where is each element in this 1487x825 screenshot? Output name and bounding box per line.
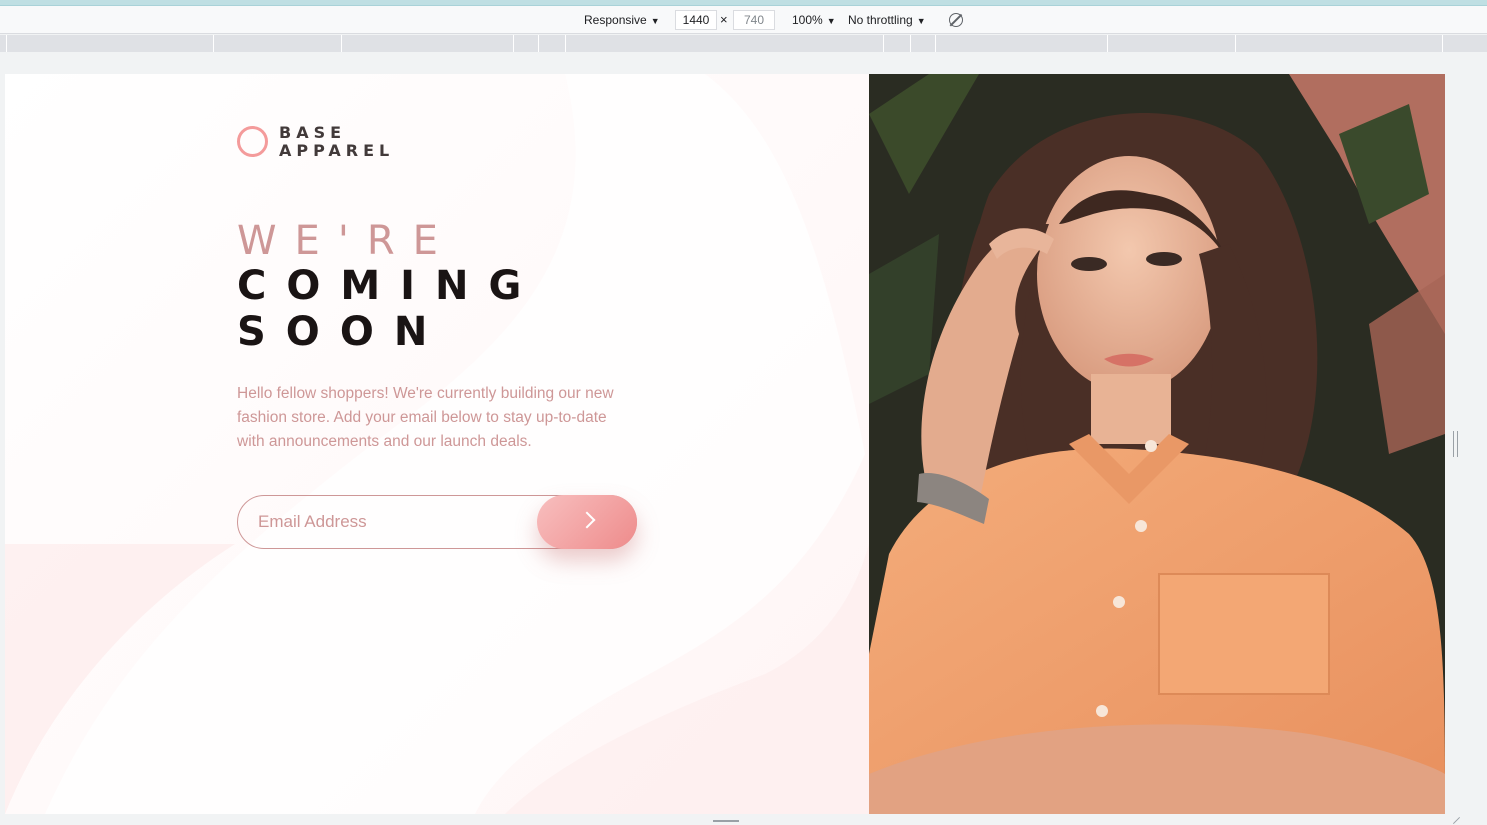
throttling-select-label: No throttling xyxy=(848,13,913,27)
rotate-icon[interactable] xyxy=(949,13,963,27)
media-query-tick[interactable] xyxy=(213,35,214,52)
caret-down-icon: ▼ xyxy=(650,16,660,26)
media-query-tick[interactable] xyxy=(1235,35,1236,52)
media-query-tick[interactable] xyxy=(341,35,342,52)
media-query-tick[interactable] xyxy=(910,35,911,52)
throttling-select[interactable]: No throttling ▼ xyxy=(848,12,926,29)
device-toolbar: Responsive ▼ 1440 × 740 100% ▼ No throttli… xyxy=(0,6,1487,34)
width-input[interactable]: 1440 xyxy=(675,10,717,30)
hero-content: BASE APPAREL WE'RE COMING SOON Hello fel… xyxy=(5,74,869,814)
zoom-select-label: 100% xyxy=(792,13,823,27)
resize-handle-corner[interactable] xyxy=(1450,815,1460,825)
brand-logo[interactable]: BASE APPAREL xyxy=(237,124,407,164)
height-input[interactable]: 740 xyxy=(733,10,775,30)
media-query-tick[interactable] xyxy=(6,35,7,52)
logo-text: BASE APPAREL xyxy=(279,124,394,160)
media-query-tick[interactable] xyxy=(1442,35,1443,52)
device-select[interactable]: Responsive ▼ xyxy=(584,12,660,29)
media-query-tick[interactable] xyxy=(1107,35,1108,52)
circle-logo-icon xyxy=(237,126,268,157)
dimension-separator: × xyxy=(720,12,728,27)
device-select-label: Responsive xyxy=(584,13,647,27)
media-query-tick[interactable] xyxy=(883,35,884,52)
zoom-select[interactable]: 100% ▼ xyxy=(792,12,836,29)
logo-text-line2: APPAREL xyxy=(279,141,395,160)
chevron-right-icon xyxy=(578,511,596,529)
caret-down-icon: ▼ xyxy=(916,16,926,26)
title-bold-line-2: SOON xyxy=(237,309,448,355)
page-title: WE'RE COMING SOON xyxy=(237,219,541,355)
logo-text-line1: BASE xyxy=(279,123,347,142)
caret-down-icon: ▼ xyxy=(826,16,836,26)
media-query-bar[interactable] xyxy=(0,35,1487,52)
media-query-tick[interactable] xyxy=(565,35,566,52)
title-bold-line-1: COMING xyxy=(237,263,542,309)
model-photo xyxy=(869,74,1445,814)
media-query-tick[interactable] xyxy=(513,35,514,52)
resize-handle-right[interactable] xyxy=(1453,431,1458,457)
intro-description: Hello fellow shoppers! We're currently b… xyxy=(237,385,614,450)
title-light-line: WE'RE xyxy=(237,218,456,264)
media-query-tick[interactable] xyxy=(538,35,539,52)
submit-email-button[interactable] xyxy=(537,495,637,549)
email-signup-form xyxy=(237,495,637,549)
hero-image xyxy=(869,74,1445,814)
media-query-tick[interactable] xyxy=(935,35,936,52)
resize-handle-bottom[interactable] xyxy=(713,820,739,822)
emulated-viewport: BASE APPAREL WE'RE COMING SOON Hello fel… xyxy=(5,74,1445,814)
